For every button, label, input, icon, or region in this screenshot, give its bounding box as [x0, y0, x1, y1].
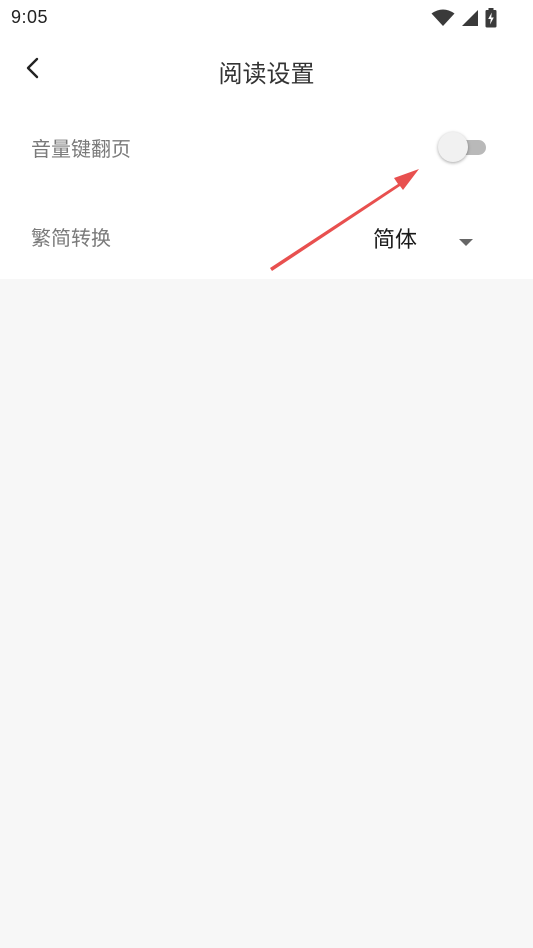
battery-charging-icon [485, 8, 497, 28]
wifi-icon [431, 9, 455, 27]
toggle-thumb [438, 132, 468, 162]
caret-down-icon [459, 232, 473, 251]
script-select-value: 简体 [373, 228, 418, 253]
script-select[interactable]: 简体 [360, 214, 490, 258]
cellular-signal-icon [461, 9, 479, 27]
status-time: 9:05 [11, 7, 49, 27]
status-icons [431, 7, 497, 29]
traditional-simplified-label: 繁简转换 [31, 226, 111, 250]
app-bar: 阅读设置 [0, 40, 533, 100]
volume-key-page-turn-label: 音量键翻页 [31, 137, 131, 161]
volume-key-page-turn-toggle[interactable] [438, 131, 488, 163]
page-title: 阅读设置 [218, 60, 315, 88]
status-bar: 9:05 [0, 0, 533, 36]
volume-key-page-turn-row: 音量键翻页 [0, 117, 533, 177]
traditional-simplified-row: 繁简转换 简体 [0, 206, 533, 266]
